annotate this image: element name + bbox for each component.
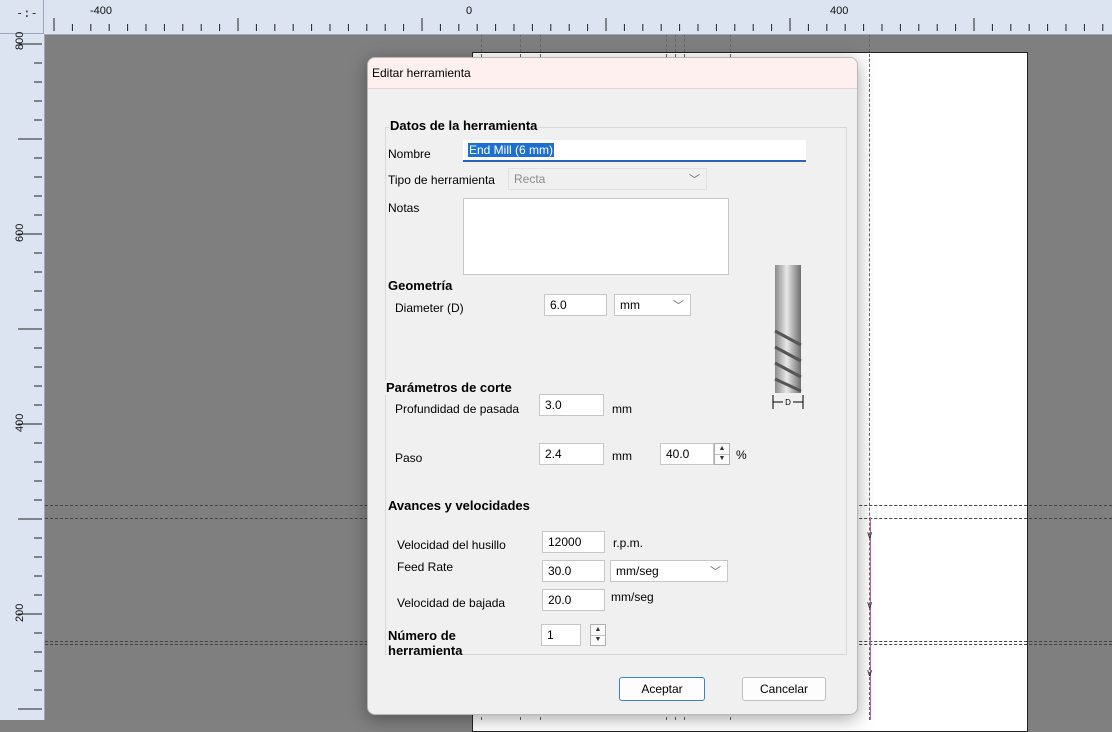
diameter-label: Diameter (D) xyxy=(395,301,464,315)
paso-percent-value: 40.0 xyxy=(666,447,690,461)
diameter-unit-select[interactable]: mm ﹀ xyxy=(614,294,691,316)
ruler-label: -400 xyxy=(90,5,113,17)
paso-unit: mm xyxy=(612,449,632,463)
ruler-label: 600 xyxy=(14,223,26,242)
spin-down-icon[interactable]: ▼ xyxy=(591,635,605,645)
feed-unit-select[interactable]: mm/seg ﹀ xyxy=(610,560,728,582)
ruler-label: 0 xyxy=(466,5,473,17)
paso-label: Paso xyxy=(395,451,423,465)
husillo-input[interactable]: 12000 xyxy=(542,531,605,553)
corte-legend: Parámetros de corte xyxy=(385,380,513,395)
edit-tool-dialog: Editar herramienta Datos de la herramien… xyxy=(367,57,858,715)
numero-legend-line2: herramienta xyxy=(388,643,463,658)
horizontal-ruler[interactable]: -400 0 400 xyxy=(44,0,1112,35)
end-mill-shank-highlight xyxy=(780,265,782,323)
tipo-select[interactable]: Recta ﹀ xyxy=(508,168,707,190)
numero-legend-line1: Número de xyxy=(388,628,456,643)
ruler-label: 400 xyxy=(14,413,26,432)
paso-value: 2.4 xyxy=(545,447,562,461)
feed-unit-value: mm/seg xyxy=(616,564,659,578)
path-marker-icon: ∨ xyxy=(866,600,874,611)
bajada-unit: mm/seg xyxy=(611,590,654,604)
profundidad-unit: mm xyxy=(612,402,632,416)
profundidad-value: 3.0 xyxy=(545,398,562,412)
numero-value: 1 xyxy=(547,628,554,642)
ruler-label: 400 xyxy=(830,5,849,17)
tipo-value: Recta xyxy=(514,172,546,186)
geometria-legend: Geometría xyxy=(387,278,454,293)
bajada-label: Velocidad de bajada xyxy=(397,596,506,610)
diameter-value: 6.0 xyxy=(550,298,567,312)
feed-label: Feed Rate xyxy=(397,560,454,574)
paso-percent-input[interactable]: 40.0 xyxy=(660,443,714,465)
dialog-panel: Datos de la herramienta Nombre End Mill … xyxy=(377,95,849,701)
dialog-titlebar[interactable]: Editar herramienta xyxy=(368,58,857,89)
avances-legend: Avances y velocidades xyxy=(387,498,531,513)
dimension-label: D xyxy=(785,398,791,407)
bajada-value: 20.0 xyxy=(548,593,572,607)
ruler-corner-glyph: -:- xyxy=(16,6,38,20)
nombre-field[interactable]: End Mill (6 mm) xyxy=(463,140,806,162)
tipo-label: Tipo de herramienta xyxy=(388,173,495,187)
vertical-ruler[interactable]: 800 600 400 200 xyxy=(0,31,45,720)
bajada-input[interactable]: 20.0 xyxy=(542,589,605,611)
dialog-title: Editar herramienta xyxy=(372,66,471,80)
notas-textarea[interactable] xyxy=(463,198,729,275)
end-mill-shank xyxy=(775,265,801,323)
husillo-value: 12000 xyxy=(548,535,582,549)
diameter-input[interactable]: 6.0 xyxy=(544,294,607,316)
spin-down-icon[interactable]: ▼ xyxy=(715,454,729,464)
paso-percent-spinner[interactable]: ▲ ▼ xyxy=(714,443,730,465)
numero-input[interactable]: 1 xyxy=(541,624,581,646)
nombre-label: Nombre xyxy=(388,147,431,161)
numero-legend: Número de herramienta xyxy=(387,628,464,658)
husillo-unit: r.p.m. xyxy=(613,536,644,550)
ruler-label: 200 xyxy=(14,603,26,622)
notas-label: Notas xyxy=(388,201,420,215)
cancel-button[interactable]: Cancelar xyxy=(742,677,826,701)
numero-spinner[interactable]: ▲ ▼ xyxy=(590,624,606,646)
chevron-down-icon: ﹀ xyxy=(710,566,721,578)
diameter-unit-value: mm xyxy=(620,298,640,312)
feed-input[interactable]: 30.0 xyxy=(542,560,605,582)
husillo-label: Velocidad del husillo xyxy=(397,538,506,552)
percent-sign: % xyxy=(736,448,747,462)
chevron-down-icon: ﹀ xyxy=(689,174,700,186)
toolpath-line xyxy=(870,517,871,720)
accept-button[interactable]: Aceptar xyxy=(619,677,705,701)
horizontal-ruler-ticks xyxy=(53,18,1104,31)
path-marker-icon: ∨ xyxy=(866,668,874,679)
path-marker-icon: ∨ xyxy=(866,530,874,541)
nombre-value: End Mill (6 mm) xyxy=(468,143,555,157)
ruler-corner[interactable]: -:- xyxy=(0,0,44,34)
tool-data-legend: Datos de la herramienta xyxy=(389,118,539,133)
paso-input[interactable]: 2.4 xyxy=(539,443,604,465)
chevron-down-icon: ﹀ xyxy=(673,300,684,312)
end-mill-image: D xyxy=(772,265,804,409)
ruler-label: 800 xyxy=(14,31,26,50)
feed-value: 30.0 xyxy=(548,564,572,578)
profundidad-input[interactable]: 3.0 xyxy=(539,394,604,416)
profundidad-label: Profundidad de pasada xyxy=(395,402,520,416)
